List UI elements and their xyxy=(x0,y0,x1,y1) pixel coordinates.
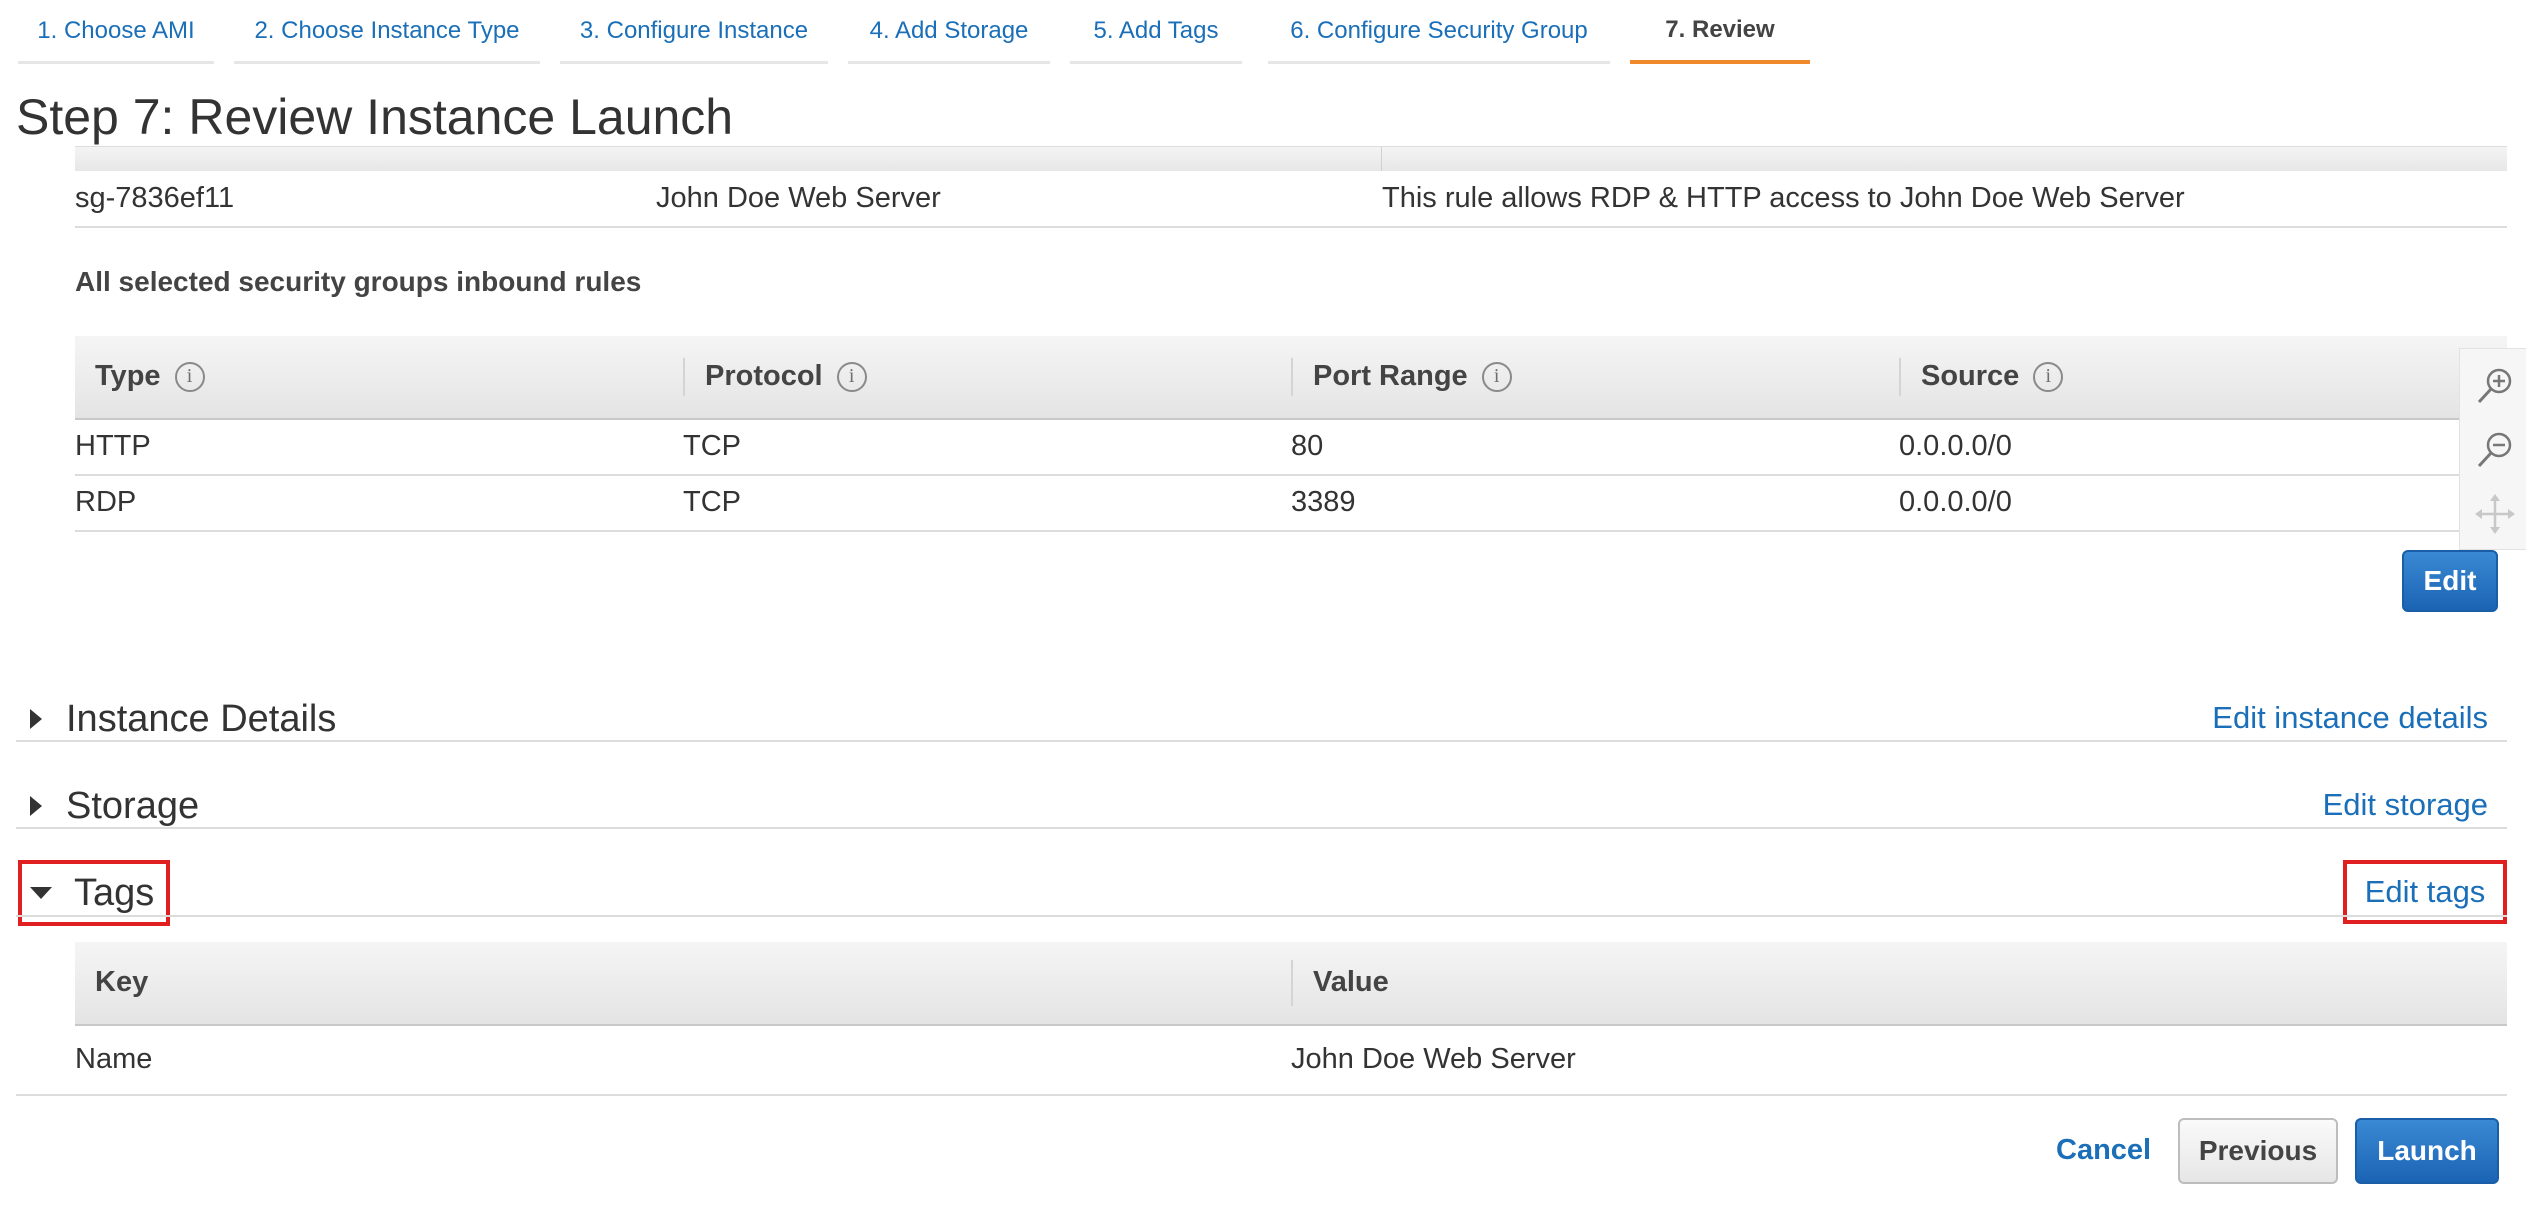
column-divider xyxy=(1291,960,1293,1006)
edit-storage-link[interactable]: Edit storage xyxy=(2323,787,2488,823)
divider xyxy=(16,740,2507,742)
zoom-out-icon[interactable] xyxy=(2474,429,2516,471)
cell-source: 0.0.0.0/0 xyxy=(1899,430,2012,462)
divider xyxy=(16,827,2507,829)
column-divider xyxy=(683,358,685,396)
collapse-arrow-icon[interactable] xyxy=(30,887,52,899)
cancel-link[interactable]: Cancel xyxy=(2056,1134,2151,1167)
info-icon[interactable]: i xyxy=(174,361,205,392)
edit-instance-details-link[interactable]: Edit instance details xyxy=(2212,700,2488,736)
divider xyxy=(75,226,2507,228)
previous-button[interactable]: Previous xyxy=(2178,1118,2338,1184)
info-icon[interactable]: i xyxy=(836,361,867,392)
pan-icon[interactable] xyxy=(2474,493,2516,535)
tab-review[interactable]: 7. Review xyxy=(1630,0,1810,64)
tab-configure-security-group[interactable]: 6. Configure Security Group xyxy=(1268,0,1610,64)
section-title: Tags xyxy=(74,871,155,914)
divider xyxy=(16,1094,2507,1096)
tags-table-header: Key Value xyxy=(75,942,2507,1026)
launch-button[interactable]: Launch xyxy=(2355,1118,2499,1184)
expand-arrow-icon[interactable] xyxy=(30,709,42,729)
column-header-type: Type i xyxy=(95,360,205,393)
section-storage[interactable]: Storage xyxy=(16,783,2507,829)
divider xyxy=(16,915,2507,917)
security-group-id: sg-7836ef11 xyxy=(75,182,235,214)
zoom-controls xyxy=(2459,348,2526,550)
cell-value: John Doe Web Server xyxy=(1291,1043,1576,1075)
tab-choose-ami[interactable]: 1. Choose AMI xyxy=(18,0,214,64)
column-divider xyxy=(1899,358,1901,396)
security-group-table-header xyxy=(75,146,2507,171)
tab-add-storage[interactable]: 4. Add Storage xyxy=(848,0,1050,64)
column-header-protocol: Protocol i xyxy=(705,360,867,393)
cell-source: 0.0.0.0/0 xyxy=(1899,486,2012,518)
tab-choose-instance-type[interactable]: 2. Choose Instance Type xyxy=(234,0,540,64)
edit-tags-link[interactable]: Edit tags xyxy=(2365,874,2486,910)
cell-type: HTTP xyxy=(75,430,151,462)
inbound-rules-label: All selected security groups inbound rul… xyxy=(75,266,642,297)
divider xyxy=(75,530,2507,532)
column-header-key: Key xyxy=(95,966,149,998)
column-header-source: Source i xyxy=(1921,360,2064,393)
divider xyxy=(75,474,2507,476)
cell-protocol: TCP xyxy=(683,430,741,462)
inbound-rules-header: Type i Protocol i Port Range i Source i xyxy=(75,336,2507,420)
column-divider xyxy=(1291,358,1293,396)
cell-port-range: 3389 xyxy=(1291,486,1356,518)
tab-add-tags[interactable]: 5. Add Tags xyxy=(1070,0,1242,64)
info-icon[interactable]: i xyxy=(2033,361,2064,392)
section-title: Instance Details xyxy=(66,697,337,740)
cell-port-range: 80 xyxy=(1291,430,1324,462)
section-instance-details[interactable]: Instance Details xyxy=(16,696,2507,742)
cell-type: RDP xyxy=(75,486,137,518)
page-title: Step 7: Review Instance Launch xyxy=(16,89,734,145)
column-header-port-range: Port Range i xyxy=(1313,360,1512,393)
edit-security-groups-button[interactable]: Edit xyxy=(2402,550,2498,612)
zoom-in-icon[interactable] xyxy=(2474,365,2516,407)
column-header-value: Value xyxy=(1313,966,1389,998)
cell-protocol: TCP xyxy=(683,486,741,518)
expand-arrow-icon[interactable] xyxy=(30,796,42,816)
section-title: Storage xyxy=(66,784,200,827)
security-group-name: John Doe Web Server xyxy=(656,182,941,214)
security-group-description: This rule allows RDP & HTTP access to Jo… xyxy=(1382,182,2185,214)
tab-configure-instance[interactable]: 3. Configure Instance xyxy=(560,0,828,64)
info-icon[interactable]: i xyxy=(1481,361,1512,392)
cell-key: Name xyxy=(75,1043,153,1075)
